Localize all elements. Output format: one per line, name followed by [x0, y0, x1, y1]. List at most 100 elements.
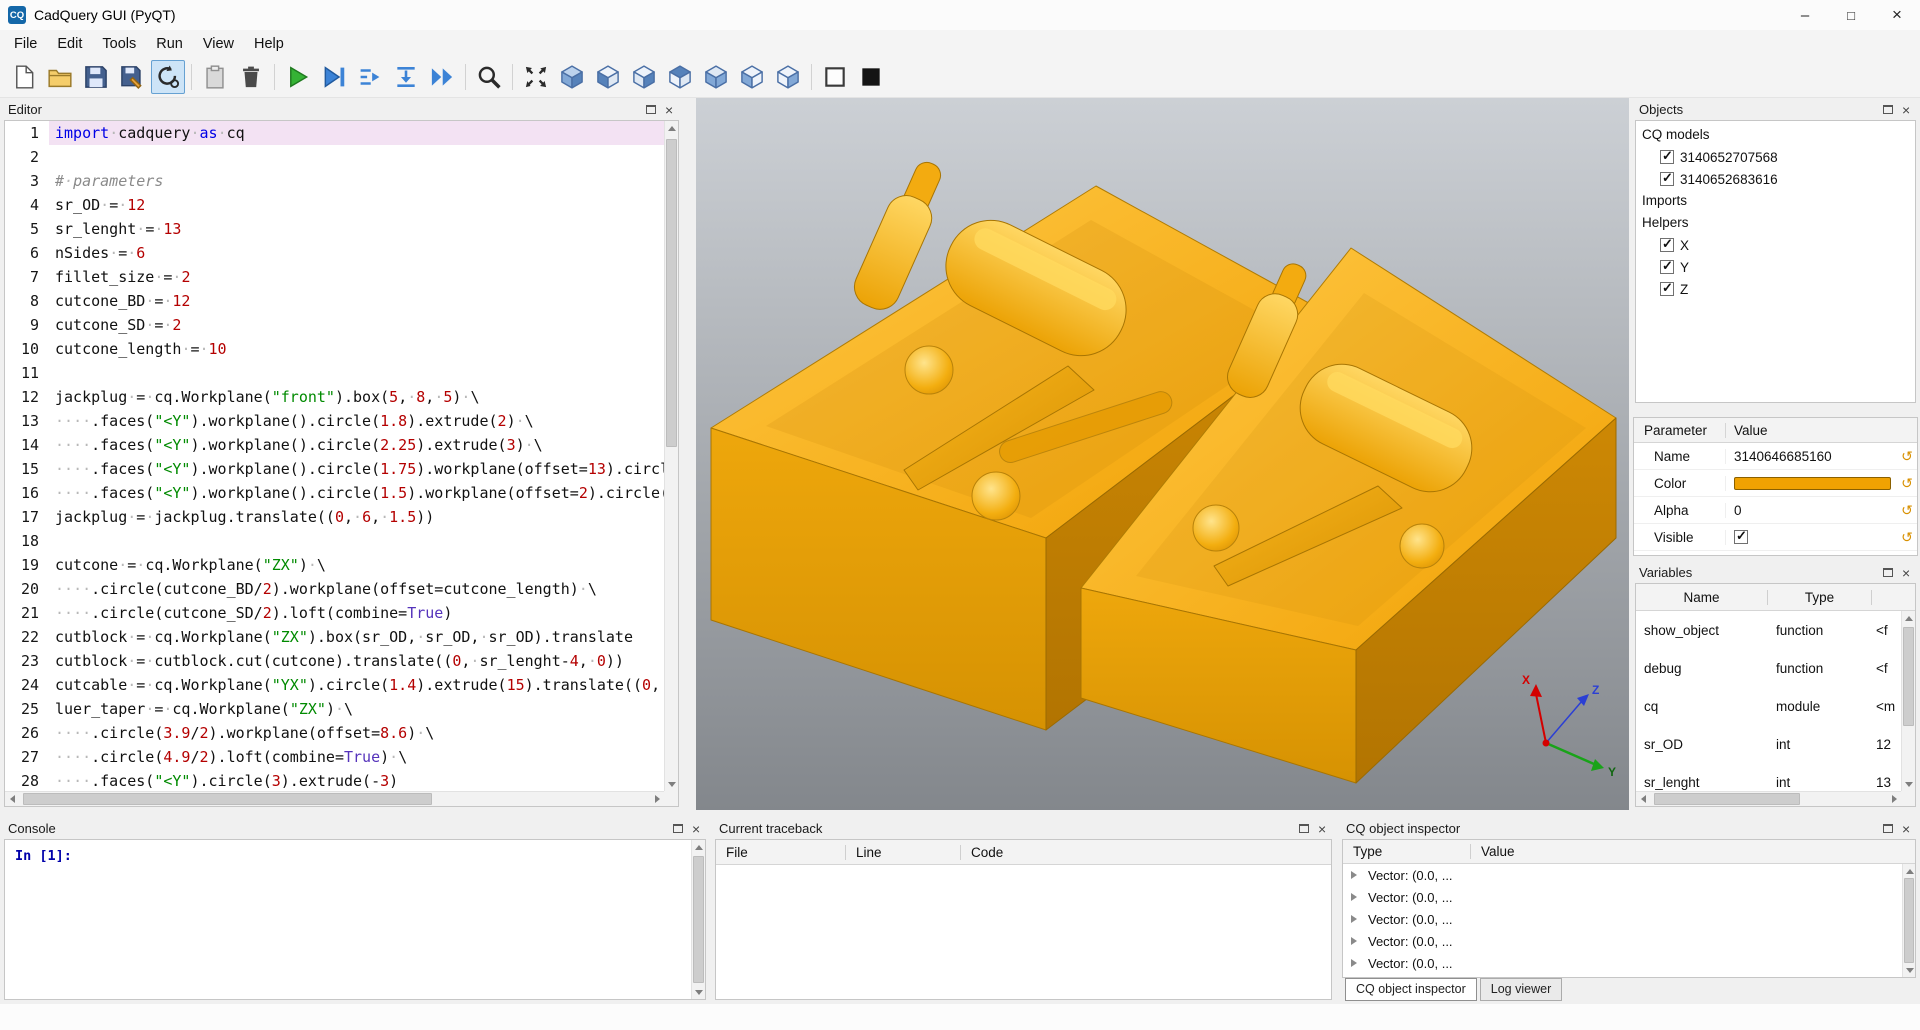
variable-row[interactable]: debugfunction<f — [1636, 649, 1901, 687]
float-panel-icon[interactable] — [646, 105, 656, 114]
variable-row[interactable]: show_objectfunction<f — [1636, 611, 1901, 649]
code-line[interactable]: 16····.faces("<Y").workplane().circle(1.… — [5, 481, 664, 505]
code-line[interactable]: 10cutcone_length·=·10 — [5, 337, 664, 361]
property-row[interactable]: Visible — [1634, 524, 1917, 551]
close-panel-icon[interactable] — [1902, 567, 1912, 579]
code-line[interactable]: 25luer_taper·=·cq.Workplane("ZX")·\ — [5, 697, 664, 721]
float-panel-icon[interactable] — [673, 824, 683, 833]
console-body[interactable]: In [1]: — [4, 839, 706, 1000]
console-prompt[interactable]: In [1]: — [15, 848, 72, 864]
code-line[interactable]: 13····.faces("<Y").workplane().circle(1.… — [5, 409, 664, 433]
close-panel-icon[interactable] — [1902, 104, 1912, 116]
close-panel-icon[interactable] — [665, 104, 675, 116]
editor-vscrollbar[interactable] — [664, 121, 678, 791]
maximize-button[interactable]: □ — [1828, 0, 1874, 30]
checkbox[interactable] — [1660, 282, 1674, 296]
inspector-vscrollbar[interactable] — [1902, 864, 1915, 977]
screenshot-button[interactable] — [472, 60, 506, 94]
color-swatch[interactable] — [1734, 477, 1891, 490]
tab-log-viewer[interactable]: Log viewer — [1480, 978, 1562, 1001]
right-view-button[interactable] — [771, 60, 805, 94]
tree-group-cq-models[interactable]: CQ models — [1636, 124, 1915, 146]
shaded-button[interactable] — [854, 60, 888, 94]
close-button[interactable]: × — [1874, 0, 1920, 30]
menu-edit[interactable]: Edit — [47, 32, 92, 56]
inspector-row[interactable]: Vector: (0.0, ... — [1343, 908, 1915, 930]
variable-row[interactable]: sr_lenghtint13 — [1636, 763, 1901, 791]
code-line[interactable]: 23cutblock·=·cutblock.cut(cutcone).trans… — [5, 649, 664, 673]
wireframe-button[interactable] — [818, 60, 852, 94]
property-row[interactable]: Color — [1634, 470, 1917, 497]
expander-icon[interactable] — [1351, 871, 1361, 879]
variable-row[interactable]: sr_ODint12 — [1636, 725, 1901, 763]
reset-icon[interactable] — [1897, 448, 1917, 465]
variables-vscrollbar[interactable] — [1901, 611, 1915, 791]
expander-icon[interactable] — [1351, 937, 1361, 945]
code-line[interactable]: 15····.faces("<Y").workplane().circle(1.… — [5, 457, 664, 481]
inspector-row[interactable]: Vector: (0.0, ... — [1343, 864, 1915, 886]
code-line[interactable]: 14····.faces("<Y").workplane().circle(2.… — [5, 433, 664, 457]
tree-item[interactable]: 3140652707568 — [1636, 146, 1915, 168]
delete-button[interactable] — [234, 60, 268, 94]
iso-view-button[interactable] — [555, 60, 589, 94]
tree-group-helpers[interactable]: Helpers — [1636, 212, 1915, 234]
code-line[interactable]: 2 — [5, 145, 664, 169]
checkbox[interactable] — [1660, 172, 1674, 186]
debug-button[interactable] — [317, 60, 351, 94]
fit-view-button[interactable] — [519, 60, 553, 94]
code-line[interactable]: 7fillet_size·=·2 — [5, 265, 664, 289]
close-panel-icon[interactable] — [1902, 823, 1912, 835]
float-panel-icon[interactable] — [1299, 824, 1309, 833]
save-button[interactable] — [79, 60, 113, 94]
code-line[interactable]: 8cutcone_BD·=·12 — [5, 289, 664, 313]
expander-icon[interactable] — [1351, 915, 1361, 923]
close-panel-icon[interactable] — [1318, 823, 1328, 835]
code-line[interactable]: 4sr_OD·=·12 — [5, 193, 664, 217]
code-line[interactable]: 12jackplug·=·cq.Workplane("front").box(5… — [5, 385, 664, 409]
code-line[interactable]: 27····.circle(4.9/2).loft(combine=True)·… — [5, 745, 664, 769]
tree-item[interactable]: X — [1636, 234, 1915, 256]
tree-item[interactable]: Z — [1636, 278, 1915, 300]
step-in-button[interactable] — [389, 60, 423, 94]
menu-tools[interactable]: Tools — [92, 32, 146, 56]
variables-hscrollbar[interactable] — [1636, 791, 1901, 806]
front-view-button[interactable] — [591, 60, 625, 94]
code-line[interactable]: 5sr_lenght·=·13 — [5, 217, 664, 241]
continue-button[interactable] — [425, 60, 459, 94]
editor-hscrollbar[interactable] — [5, 791, 664, 806]
menu-file[interactable]: File — [4, 32, 47, 56]
code-line[interactable]: 22cutblock·=·cq.Workplane("ZX").box(sr_O… — [5, 625, 664, 649]
code-line[interactable]: 28····.faces("<Y").circle(3).extrude(-3) — [5, 769, 664, 791]
code-line[interactable]: 11 — [5, 361, 664, 385]
code-line[interactable]: 3#·parameters — [5, 169, 664, 193]
save-as-button[interactable] — [115, 60, 149, 94]
property-row[interactable]: Name3140646685160 — [1634, 443, 1917, 470]
float-panel-icon[interactable] — [1883, 105, 1893, 114]
inspector-row[interactable]: Vector: (0.0, ... — [1343, 930, 1915, 952]
code-line[interactable]: 17jackplug·=·jackplug.translate((0,·6,·1… — [5, 505, 664, 529]
autoreload-button[interactable] — [151, 60, 185, 94]
code-line[interactable]: 24cutcable·=·cq.Workplane("YX").circle(1… — [5, 673, 664, 697]
step-button[interactable] — [353, 60, 387, 94]
tree-item[interactable]: Y — [1636, 256, 1915, 278]
checkbox[interactable] — [1660, 150, 1674, 164]
menu-run[interactable]: Run — [146, 32, 193, 56]
variable-row[interactable]: cqmodule<m — [1636, 687, 1901, 725]
reset-icon[interactable] — [1897, 502, 1917, 519]
code-line[interactable]: 26····.circle(3.9/2).workplane(offset=8.… — [5, 721, 664, 745]
checkbox[interactable] — [1660, 238, 1674, 252]
float-panel-icon[interactable] — [1883, 824, 1893, 833]
back-view-button[interactable] — [627, 60, 661, 94]
checkbox[interactable] — [1734, 530, 1748, 544]
float-panel-icon[interactable] — [1883, 568, 1893, 577]
console-vscrollbar[interactable] — [691, 840, 705, 999]
editor-code[interactable]: 1import·cadquery·as·cq23#·parameters4sr_… — [5, 121, 664, 791]
code-line[interactable]: 1import·cadquery·as·cq — [5, 121, 664, 145]
code-line[interactable]: 9cutcone_SD·=·2 — [5, 313, 664, 337]
tab-cq-object-inspector[interactable]: CQ object inspector — [1345, 978, 1477, 1001]
code-line[interactable]: 19cutcone·=·cq.Workplane("ZX")·\ — [5, 553, 664, 577]
tree-group-imports[interactable]: Imports — [1636, 190, 1915, 212]
reset-icon[interactable] — [1897, 475, 1917, 492]
reset-icon[interactable] — [1897, 529, 1917, 546]
expander-icon[interactable] — [1351, 893, 1361, 901]
